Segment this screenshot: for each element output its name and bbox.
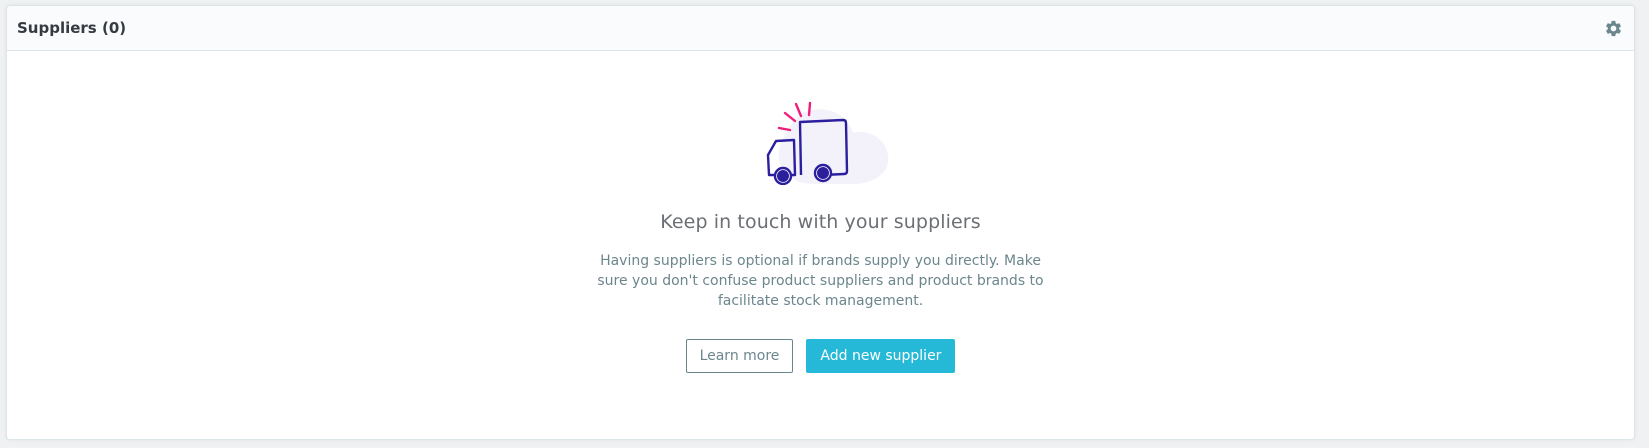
gear-icon[interactable]: [1603, 18, 1623, 38]
learn-more-button[interactable]: Learn more: [685, 339, 794, 373]
suppliers-panel: Suppliers (0) Keep in touch with your su…: [6, 5, 1635, 440]
delivery-truck-icon: [766, 101, 888, 185]
panel-header: Suppliers (0): [7, 6, 1634, 51]
panel-title: Suppliers (0): [17, 19, 127, 37]
add-new-supplier-button[interactable]: Add new supplier: [806, 339, 956, 373]
empty-state-title: Keep in touch with your suppliers: [660, 211, 981, 233]
empty-state-description: Having suppliers is optional if brands s…: [597, 253, 1044, 309]
empty-state-actions: Learn more Add new supplier: [685, 339, 956, 373]
empty-state: Keep in touch with your suppliers Having…: [7, 51, 1634, 373]
